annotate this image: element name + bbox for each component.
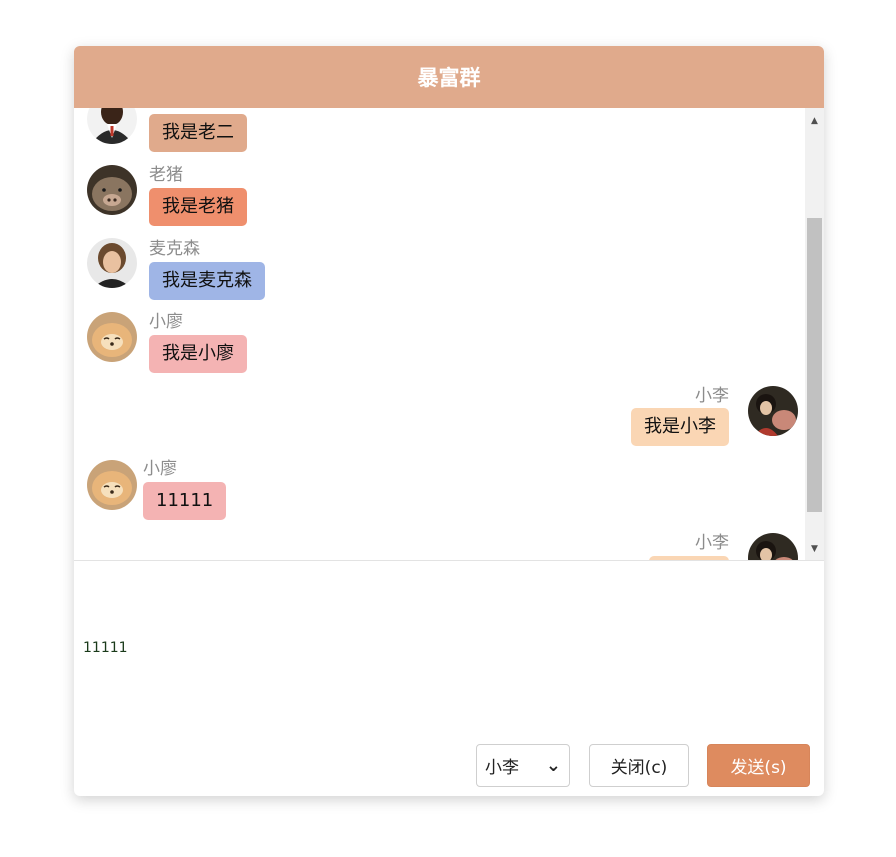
message-bubble: 11111 bbox=[143, 482, 227, 520]
close-button[interactable]: 关闭(c) bbox=[589, 744, 689, 787]
avatar bbox=[87, 312, 137, 362]
chat-window: 暴富群 我是老二 老猪 我是老猪 麦克森 我是麦克森 小廖 我是小廖 小李 我是… bbox=[74, 46, 824, 796]
avatar bbox=[87, 165, 137, 215]
sender-name: 老猪 bbox=[149, 165, 183, 185]
message-bubble: 我是老二 bbox=[149, 114, 247, 152]
avatar bbox=[748, 533, 798, 560]
message-input[interactable]: 11111 bbox=[83, 640, 128, 656]
avatar bbox=[748, 386, 798, 436]
avatar bbox=[87, 108, 137, 144]
message-bubble: 我是小廖 bbox=[149, 335, 247, 373]
send-button[interactable]: 发送(s) bbox=[707, 744, 810, 787]
avatar bbox=[87, 238, 137, 288]
scroll-up-icon[interactable]: ▲ bbox=[805, 112, 824, 130]
scroll-thumb[interactable] bbox=[807, 218, 822, 512]
message-bubble: 我是小李 bbox=[631, 408, 729, 446]
composer[interactable]: 11111 小李 ⌄ 关闭(c) 发送(s) bbox=[74, 561, 824, 796]
sender-name: 麦克森 bbox=[149, 239, 200, 259]
chat-header: 暴富群 bbox=[74, 46, 824, 108]
sender-name: 小廖 bbox=[143, 459, 177, 479]
message-bubble: 我是老猪 bbox=[149, 188, 247, 226]
sender-name: 小李 bbox=[695, 386, 729, 406]
sender-select-value: 小李 bbox=[485, 758, 519, 778]
sender-select[interactable]: 小李 ⌄ bbox=[476, 744, 570, 787]
message-bubble: 我是麦克森 bbox=[149, 262, 265, 300]
avatar bbox=[87, 460, 137, 510]
message-scrollbar[interactable]: ▲ ▼ bbox=[805, 108, 824, 560]
scroll-down-icon[interactable]: ▼ bbox=[805, 540, 824, 558]
sender-name: 小廖 bbox=[149, 312, 183, 332]
sender-name: 小李 bbox=[695, 533, 729, 553]
group-title: 暴富群 bbox=[417, 66, 481, 90]
chevron-down-icon: ⌄ bbox=[545, 754, 561, 776]
message-list[interactable]: 我是老二 老猪 我是老猪 麦克森 我是麦克森 小廖 我是小廖 小李 我是小李 小… bbox=[74, 108, 824, 561]
